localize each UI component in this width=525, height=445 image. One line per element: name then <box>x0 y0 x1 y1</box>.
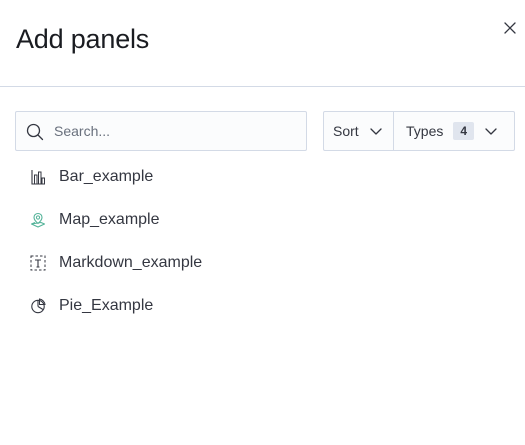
sort-label: Sort <box>333 123 359 139</box>
sort-button[interactable]: Sort <box>324 112 394 150</box>
close-button[interactable] <box>500 18 520 38</box>
flyout-title: Add panels <box>16 24 150 54</box>
types-label: Types <box>406 123 444 139</box>
add-panels-flyout: Add panels Sort Types 4 <box>0 0 525 445</box>
search-input[interactable] <box>54 112 304 150</box>
close-icon <box>504 22 516 34</box>
chevron-down-icon <box>370 128 382 135</box>
list-item-label: Map_example <box>59 210 160 228</box>
list-item[interactable]: Markdown_example <box>0 241 525 284</box>
list-item[interactable]: Pie_Example <box>0 284 525 327</box>
markdown-icon <box>30 255 46 270</box>
list-item-label: Pie_Example <box>59 296 154 314</box>
flyout-header: Add panels <box>0 0 525 87</box>
list-item[interactable]: Map_example <box>0 198 525 241</box>
map-icon <box>30 212 46 228</box>
list-item-label: Markdown_example <box>59 253 203 271</box>
list-item[interactable]: Bar_example <box>0 155 525 198</box>
search-icon <box>26 123 44 141</box>
list-item-label: Bar_example <box>59 167 154 185</box>
types-button[interactable]: Types 4 <box>394 112 514 150</box>
types-count-badge: 4 <box>453 122 475 140</box>
pie-chart-icon <box>31 297 46 313</box>
panel-toolbar: Sort Types 4 <box>15 111 515 151</box>
filter-group: Sort Types 4 <box>323 111 515 151</box>
bar-chart-icon <box>31 169 45 185</box>
chevron-down-icon <box>485 128 497 135</box>
search-field[interactable] <box>15 111 307 151</box>
